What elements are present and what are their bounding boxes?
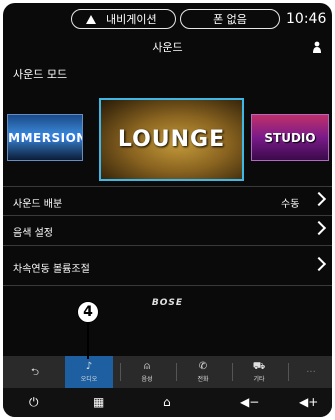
car-icon: ⛟ — [252, 361, 266, 372]
tab-divider — [176, 363, 177, 381]
settings-row-sound-distribution[interactable]: 사운드 배분 수동 — [3, 186, 332, 216]
chevron-right-icon — [311, 220, 327, 236]
tab-divider — [120, 363, 121, 381]
volume-down-icon[interactable]: ◀− — [240, 395, 259, 409]
settings-row-label: 사운드 배분 — [13, 199, 63, 210]
tab-voice[interactable]: ⍝ 음성 — [123, 356, 171, 388]
phone-status-button[interactable]: 폰 없음 — [180, 9, 280, 29]
user-profile-icon[interactable] — [312, 41, 322, 53]
phone-status-label: 폰 없음 — [213, 13, 247, 26]
tab-divider — [232, 363, 233, 381]
more-icon: ··· — [306, 366, 316, 378]
clock: 10:46 — [286, 11, 327, 27]
sound-mode-card-label: IMMERSION — [7, 130, 83, 145]
navigation-arrow-icon — [86, 14, 96, 24]
sound-mode-card-label: LOUNGE — [117, 127, 226, 152]
tab-label: 오디오 — [80, 376, 98, 383]
tab-other[interactable]: ⛟ 기타 — [235, 356, 283, 388]
tab-more[interactable]: ··· — [291, 356, 331, 388]
navigation-button[interactable]: 내비게이션 — [71, 9, 176, 29]
navigation-label: 내비게이션 — [106, 13, 157, 26]
grid-icon[interactable]: ▦ — [93, 395, 104, 409]
sound-mode-card-studio[interactable]: STUDIO — [251, 114, 329, 161]
tab-label: 음성 — [141, 376, 153, 383]
chevron-right-icon — [311, 256, 327, 272]
chevron-right-icon — [311, 191, 327, 207]
page-title: 사운드 — [152, 41, 183, 54]
home-icon[interactable]: ⌂ — [163, 395, 171, 409]
callout-leader-line — [87, 323, 89, 359]
settings-row-tone[interactable]: 음색 설정 — [3, 216, 332, 246]
tab-divider — [288, 363, 289, 381]
phone-icon: ✆ — [198, 361, 208, 372]
sound-mode-card-lounge[interactable]: LOUNGE — [99, 98, 244, 181]
callout-number-badge: 4 — [77, 301, 99, 323]
voice-icon: ⍝ — [144, 361, 150, 372]
tab-label: 전화 — [197, 376, 209, 383]
tab-bar: ⮌ ♪ 오디오 ⍝ 음성 ✆ 전화 ⛟ 기타 ··· — [3, 356, 332, 388]
tab-audio[interactable]: ♪ 오디오 — [65, 356, 113, 388]
settings-row-value: 수동 — [281, 199, 300, 210]
settings-row-speed-volume[interactable]: 차속연동 볼륨조절 — [3, 252, 332, 286]
volume-up-icon[interactable]: ◀+ — [299, 395, 318, 409]
bottom-bar: ⏻ ▦ ⌂ ◀− ◀+ — [3, 388, 332, 417]
screen: 내비게이션 폰 없음 10:46 사운드 사운드 모드 IMMERSION LO… — [3, 3, 332, 417]
tab-call[interactable]: ✆ 전화 — [179, 356, 227, 388]
back-arrow-icon: ⮌ — [30, 366, 39, 378]
music-note-icon: ♪ — [85, 361, 93, 372]
tab-back[interactable]: ⮌ — [15, 356, 55, 388]
settings-row-label: 차속연동 볼륨조절 — [13, 264, 90, 275]
bose-logo: BOSE — [151, 298, 184, 308]
tab-label: 기타 — [253, 376, 265, 383]
sound-mode-card-immersion[interactable]: IMMERSION — [7, 114, 83, 161]
sound-mode-carousel: IMMERSION LOUNGE STUDIO — [3, 96, 332, 181]
settings-row-label: 음색 설정 — [13, 228, 53, 239]
power-icon[interactable]: ⏻ — [29, 395, 39, 409]
sound-mode-label: 사운드 모드 — [13, 68, 68, 81]
sound-mode-card-label: STUDIO — [264, 130, 316, 145]
status-bar: 내비게이션 폰 없음 10:46 — [3, 3, 332, 33]
